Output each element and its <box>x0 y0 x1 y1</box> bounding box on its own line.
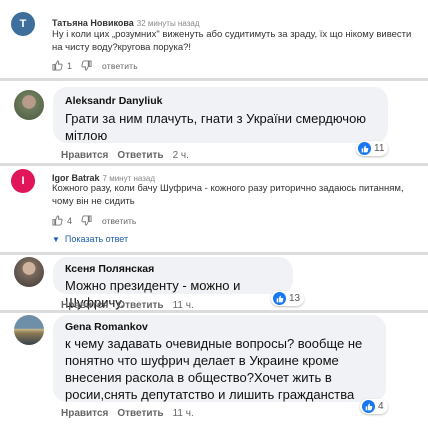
comment-line: чому він не сидить <box>52 196 135 207</box>
comment-actions: 4 ответить <box>52 215 136 226</box>
like-button[interactable]: Нравится <box>61 408 108 419</box>
like-icon <box>273 292 286 305</box>
thumb-up-icon[interactable] <box>52 215 63 226</box>
reply-button[interactable]: Ответить <box>117 150 163 161</box>
comment-time: 32 минуты назад <box>136 19 200 28</box>
comment-line: понятно что шуфрич делает в Украине кром… <box>65 353 339 368</box>
avatar[interactable] <box>14 90 44 120</box>
comment-line: мітлою <box>65 128 108 143</box>
thumb-up-icon[interactable] <box>52 60 63 71</box>
comment-text: Кожного разу, коли бачу Шуфрича - кожног… <box>52 182 404 208</box>
comment-time[interactable]: 2 ч. <box>173 150 189 161</box>
reaction-badge[interactable]: 13 <box>271 291 305 306</box>
reaction-count: 11 <box>374 143 385 154</box>
like-icon <box>362 400 375 413</box>
comment-actions: Нравится Ответить 11 ч. <box>61 408 194 419</box>
comment-igor: I Igor Batrak 7 минут назад Кожного разу,… <box>0 166 428 252</box>
comment-line: Грати за ним плачуть, гнати з України см… <box>65 111 367 126</box>
comment-gena: Gena Romankov к чему задавать очевидные … <box>0 313 428 426</box>
author-name[interactable]: Татьяна Новикова <box>52 18 134 28</box>
author-name[interactable]: Aleksandr Danyliuk <box>65 95 162 107</box>
reaction-count: 13 <box>289 293 301 304</box>
comment-bubble: Ксеня Полянская Можно президенту - можно… <box>53 257 293 310</box>
reaction-badge[interactable]: 4 <box>360 399 388 414</box>
comment-tatyana: T Татьяна Новикова 32 минуты назад Ну і к… <box>0 0 428 78</box>
show-replies-label: Показать ответ <box>64 234 129 244</box>
show-replies-link[interactable]: ▼ Показать ответ <box>52 234 128 244</box>
comment-time[interactable]: 11 ч. <box>173 408 194 419</box>
caret-down-icon: ▼ <box>52 234 60 244</box>
author-name[interactable]: Ксеня Полянская <box>65 263 154 275</box>
like-button[interactable]: Нравится <box>61 150 108 161</box>
thumb-down-icon[interactable] <box>81 215 92 226</box>
comment-line: Кожного разу, коли бачу Шуфрича - кожног… <box>52 183 404 194</box>
avatar[interactable]: T <box>11 12 35 36</box>
like-icon <box>358 142 371 155</box>
comment-text: к чему задавать очевидные вопросы? вообщ… <box>65 335 362 403</box>
thumb-down-icon[interactable] <box>81 60 92 71</box>
comment-line: росии,снять депутатство и лишить граждан… <box>65 387 355 402</box>
author-name[interactable]: Gena Romankov <box>65 321 148 333</box>
comment-text: Грати за ним плачуть, гнати з України см… <box>65 110 366 144</box>
avatar[interactable]: I <box>11 169 35 193</box>
reply-button[interactable]: Ответить <box>117 408 163 419</box>
reaction-badge[interactable]: 11 <box>356 141 389 156</box>
comment-line: Ну і коли цих „розумних" виженуть або су… <box>52 29 412 40</box>
comment-actions: Нравится Ответить 2 ч. <box>61 150 189 161</box>
avatar[interactable] <box>14 257 44 287</box>
comment-line: на чисту воду?кругова порука?! <box>52 42 192 53</box>
like-count: 4 <box>67 215 73 226</box>
comment-line: к чему задавать очевидные вопросы? вообщ… <box>65 336 363 351</box>
comment-line: внесения раскола в общество?Хочет жить в <box>65 370 332 385</box>
comment-aleksandr: Aleksandr Danyliuk Грати за ним плачуть,… <box>0 81 428 163</box>
comment-bubble: Gena Romankov к чему задавать очевидные … <box>53 315 386 402</box>
like-count: 1 <box>67 60 73 71</box>
comment-text: Ну і коли цих „розумних" виженуть або су… <box>52 28 411 54</box>
comment-actions: 1 ответить <box>52 60 138 71</box>
comment-bubble: Aleksandr Danyliuk Грати за ним плачуть,… <box>53 87 388 143</box>
reply-link[interactable]: ответить <box>102 61 138 71</box>
comment-ksenya: Ксеня Полянская Можно президенту - можно… <box>0 255 428 311</box>
avatar[interactable] <box>14 315 44 345</box>
reaction-count: 4 <box>378 401 384 412</box>
reply-link[interactable]: ответить <box>102 216 136 226</box>
